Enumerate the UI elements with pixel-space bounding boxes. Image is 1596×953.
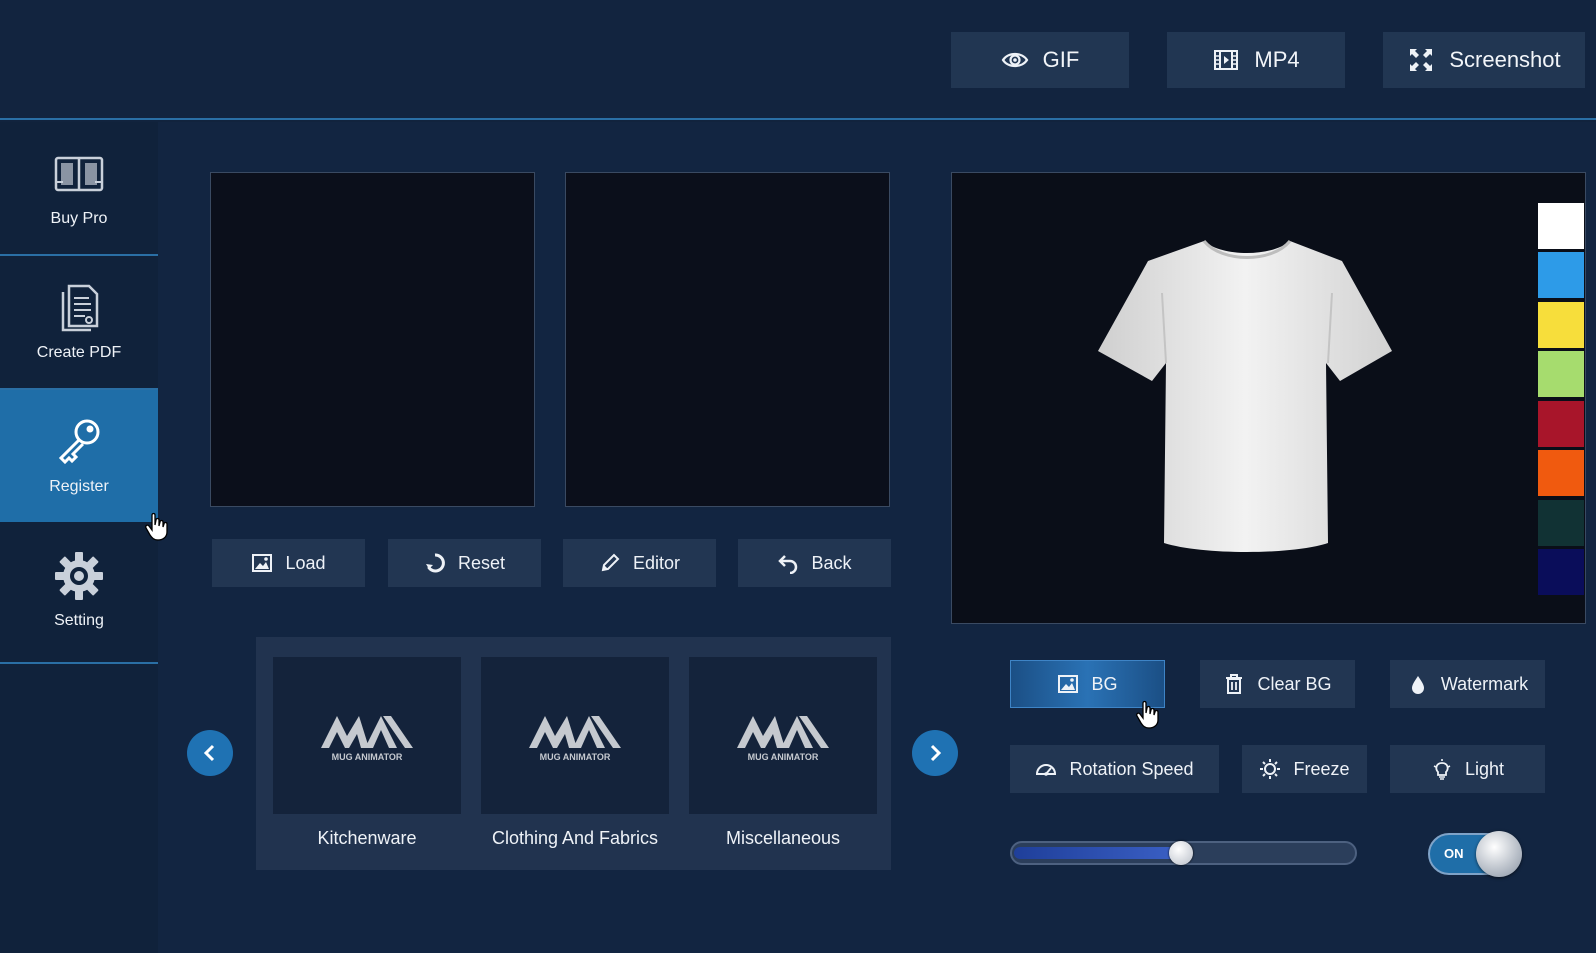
undo-icon (778, 555, 798, 574)
mp4-button[interactable]: MP4 (1167, 32, 1345, 88)
sidebar-item-setting[interactable]: Setting (0, 524, 158, 656)
pencil-icon (601, 553, 620, 572)
gallery-thumbnail: MUG ANIMATOR (689, 657, 877, 814)
hand-cursor-icon (1136, 700, 1159, 729)
logo-text: MUG ANIMATOR (540, 752, 611, 762)
sidebar-item-label: Setting (54, 612, 104, 629)
book-icon (54, 156, 104, 192)
sidebar: Buy Pro Create PDF Register Setting (0, 122, 158, 953)
back-label: Back (811, 552, 852, 573)
gallery-thumbnail: MUG ANIMATOR (481, 657, 669, 814)
logo-text: MUG ANIMATOR (748, 752, 819, 762)
reset-button[interactable]: Reset (388, 539, 541, 587)
gallery-prev-button[interactable] (187, 730, 233, 776)
sidebar-item-buy-pro[interactable]: Buy Pro (0, 122, 158, 254)
gallery-item-kitchenware[interactable]: MUG ANIMATOR Kitchenware (273, 657, 461, 862)
gif-label: GIF (1042, 47, 1080, 72)
load-label: Load (285, 552, 326, 573)
document-icon (61, 284, 99, 332)
mug-animator-logo-icon: MUG ANIMATOR (737, 715, 829, 762)
lightbulb-icon (1433, 759, 1451, 780)
key-icon (58, 419, 100, 465)
hand-cursor-icon (145, 512, 168, 541)
category-gallery: MUG ANIMATOR Kitchenware MUG ANIMATOR Cl… (256, 637, 891, 870)
sidebar-item-register[interactable]: Register (0, 390, 158, 522)
slider-fill (1014, 847, 1177, 859)
chevron-left-icon (203, 744, 215, 762)
logo-text: MUG ANIMATOR (332, 752, 403, 762)
color-swatch-navy[interactable] (1538, 549, 1584, 595)
reset-icon (425, 553, 445, 573)
gallery-item-label: Kitchenware (317, 828, 417, 848)
back-button[interactable]: Back (738, 539, 891, 587)
front-preview[interactable] (210, 172, 535, 507)
watermark-button[interactable]: Watermark (1390, 660, 1545, 708)
gallery-next-button[interactable] (912, 730, 958, 776)
color-swatch-white[interactable] (1538, 203, 1584, 249)
clear-bg-button[interactable]: Clear BG (1200, 660, 1355, 708)
rotation-speed-button[interactable]: Rotation Speed (1010, 745, 1219, 793)
gallery-item-clothing[interactable]: MUG ANIMATOR Clothing And Fabrics (481, 657, 669, 862)
chevron-right-icon (930, 744, 942, 762)
screenshot-button[interactable]: Screenshot (1383, 32, 1585, 88)
gallery-thumbnail: MUG ANIMATOR (273, 657, 461, 814)
color-swatch-orange[interactable] (1538, 450, 1584, 496)
trash-icon (1226, 674, 1243, 694)
screenshot-label: Screenshot (1449, 47, 1561, 72)
film-icon (1214, 50, 1239, 70)
rotation-speed-slider[interactable] (1010, 841, 1357, 865)
load-button[interactable]: Load (212, 539, 365, 587)
color-swatch-blue[interactable] (1538, 252, 1584, 298)
sidebar-item-create-pdf[interactable]: Create PDF (0, 256, 158, 388)
screenshot-icon (1410, 49, 1433, 71)
image-icon (1058, 675, 1079, 693)
color-swatch-red[interactable] (1538, 401, 1584, 447)
tshirt-model (1098, 239, 1392, 552)
toggle-label: ON (1444, 846, 1464, 861)
mp4-label: MP4 (1254, 47, 1300, 72)
mug-animator-logo-icon: MUG ANIMATOR (529, 715, 621, 762)
sidebar-item-label: Buy Pro (50, 210, 108, 227)
light-toggle[interactable]: ON (1428, 831, 1522, 877)
freeze-label: Freeze (1293, 758, 1350, 779)
clear-bg-label: Clear BG (1257, 673, 1332, 694)
mug-animator-logo-icon: MUG ANIMATOR (321, 715, 413, 762)
editor-label: Editor (632, 552, 681, 573)
light-button[interactable]: Light (1390, 745, 1545, 793)
back-preview[interactable] (565, 172, 890, 507)
gallery-item-label: Miscellaneous (725, 828, 841, 848)
light-label: Light (1464, 758, 1505, 779)
freeze-button[interactable]: Freeze (1242, 745, 1367, 793)
color-swatch-dark-teal[interactable] (1538, 500, 1584, 546)
top-toolbar: GIF MP4 Screenshot (0, 0, 1596, 120)
eye-icon (1001, 52, 1028, 68)
gallery-item-miscellaneous[interactable]: MUG ANIMATOR Miscellaneous (689, 657, 877, 862)
color-swatch-green[interactable] (1538, 351, 1584, 397)
toggle-knob (1476, 831, 1522, 877)
watermark-label: Watermark (1440, 673, 1529, 694)
slider-thumb[interactable] (1169, 841, 1193, 865)
reset-label: Reset (457, 552, 506, 573)
image-icon (252, 554, 273, 572)
sidebar-item-label: Create PDF (36, 344, 122, 361)
editor-button[interactable]: Editor (563, 539, 716, 587)
rotation-speed-label: Rotation Speed (1069, 758, 1194, 779)
gear-icon (55, 552, 103, 600)
product-stage[interactable] (951, 172, 1586, 624)
sidebar-item-label: Register (49, 478, 109, 495)
color-swatch-yellow[interactable] (1538, 302, 1584, 348)
sun-icon (1260, 759, 1281, 779)
speedometer-icon (1036, 764, 1057, 776)
sidebar-divider (0, 662, 158, 664)
gallery-item-label: Clothing And Fabrics (491, 828, 659, 848)
gif-button[interactable]: GIF (951, 32, 1129, 88)
bg-label: BG (1091, 673, 1118, 694)
droplet-icon (1411, 676, 1424, 694)
